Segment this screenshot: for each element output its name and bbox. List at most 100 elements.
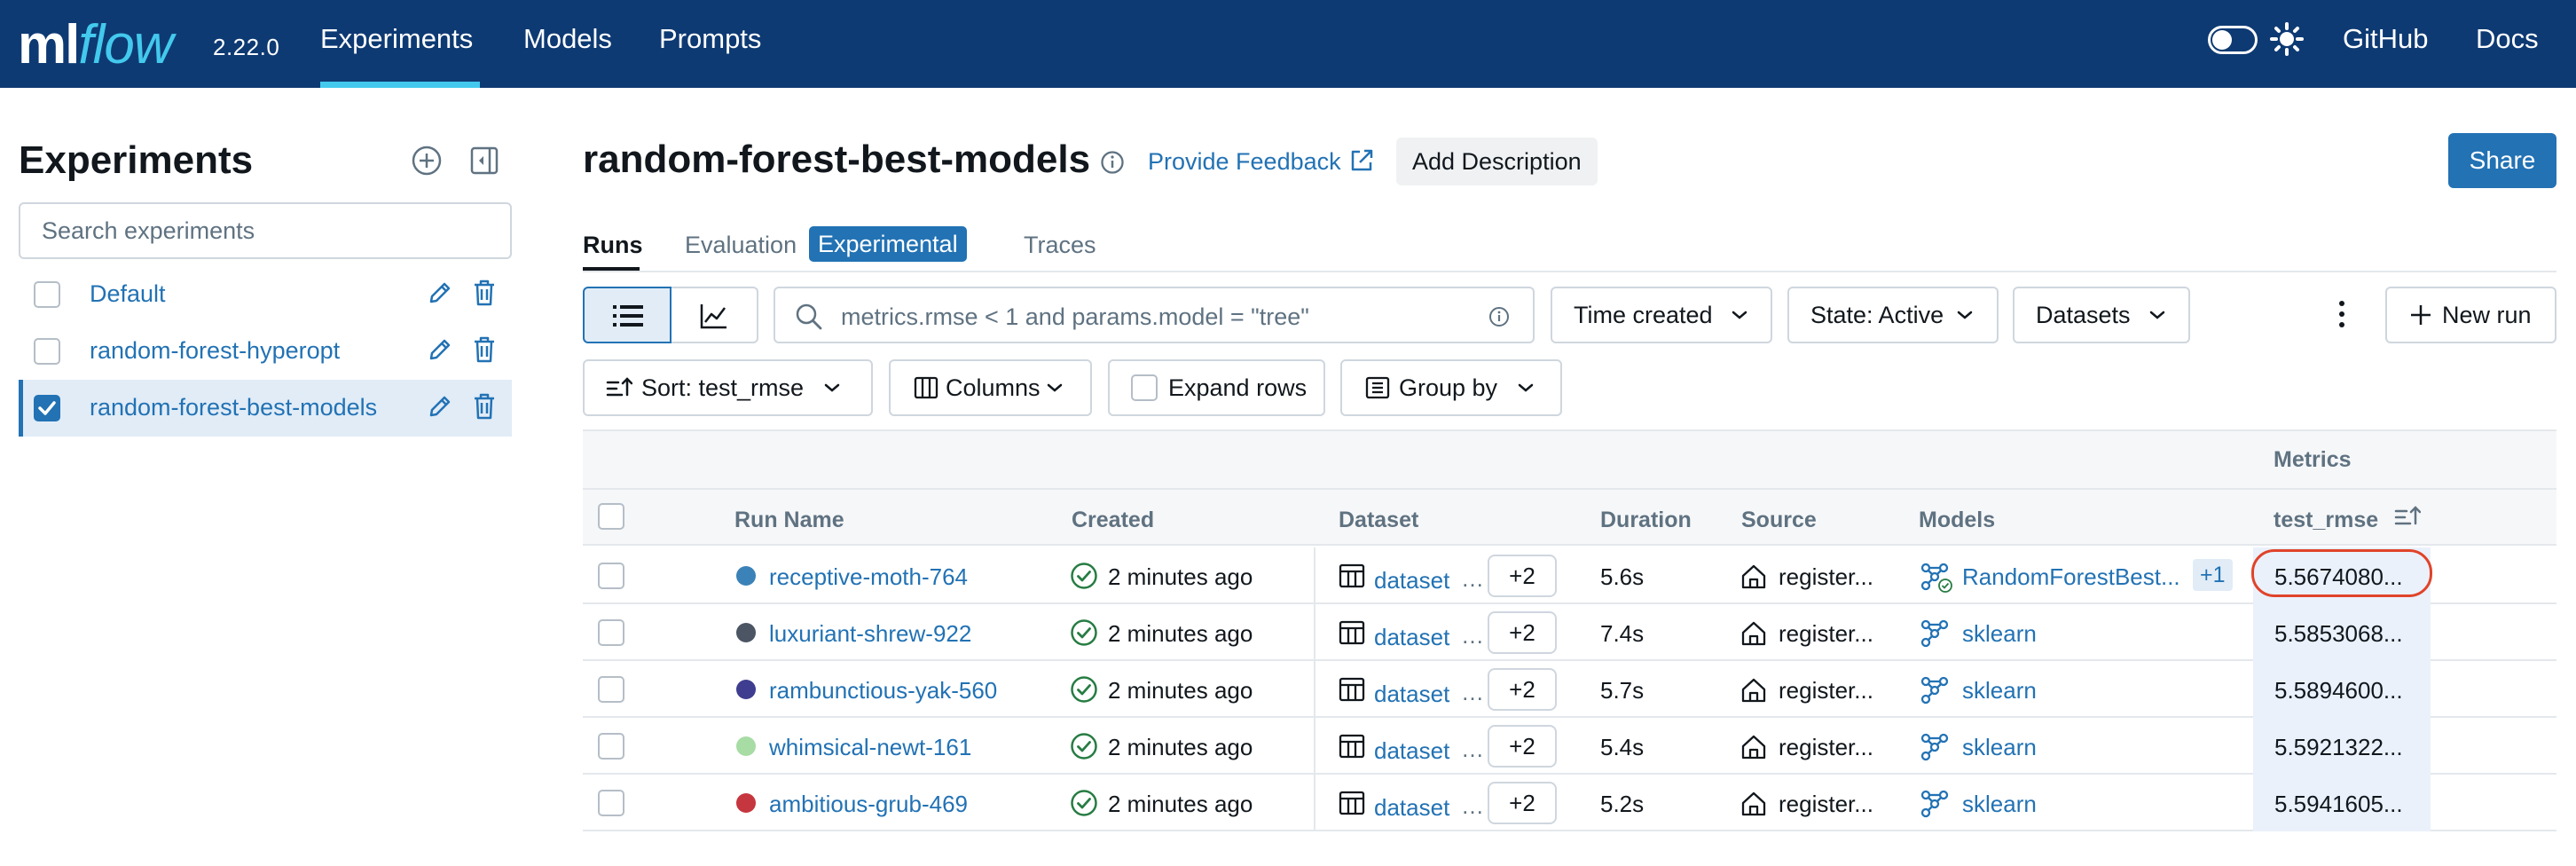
experiment-item-random-forest-hyperopt[interactable]: random-forest-hyperopt	[19, 323, 512, 380]
run-color-dot[interactable]	[736, 736, 756, 756]
run-name-link[interactable]: luxuriant-shrew-922	[769, 620, 971, 648]
mlflow-logo[interactable]: ml flow	[18, 2, 174, 73]
model-link[interactable]: sklearn	[1962, 677, 2037, 705]
tab-runs[interactable]: Runs	[583, 232, 643, 259]
state-filter-dropdown[interactable]: State: Active	[1787, 287, 1999, 343]
dark-mode-toggle[interactable]	[2208, 26, 2258, 54]
run-name-link[interactable]: receptive-moth-764	[769, 563, 968, 591]
col-header-test-rmse[interactable]: test_rmse	[2274, 508, 2378, 533]
chart-view-toggle[interactable]	[671, 287, 758, 343]
table-row[interactable]: luxuriant-shrew-922 2 minutes ago datase…	[583, 604, 2556, 661]
experiment-item-random-forest-best-models[interactable]: random-forest-best-models	[19, 380, 512, 437]
table-row[interactable]: whimsical-newt-161 2 minutes ago dataset…	[583, 718, 2556, 775]
check-circle-icon	[1071, 676, 1097, 703]
nav-prompts-link[interactable]: Prompts	[659, 23, 761, 55]
dataset-more-button[interactable]: +2	[1488, 555, 1557, 597]
col-header-duration[interactable]: Duration	[1600, 508, 1692, 533]
share-button[interactable]: Share	[2448, 133, 2556, 188]
trash-icon[interactable]	[471, 335, 498, 364]
col-header-run-name[interactable]: Run Name	[734, 508, 844, 533]
dataset-more-button[interactable]: +2	[1488, 668, 1557, 711]
experiment-checkbox[interactable]	[34, 281, 60, 308]
collapse-sidebar-icon[interactable]	[470, 146, 499, 175]
datasets-filter-dropdown[interactable]: Datasets	[2013, 287, 2190, 343]
experiment-title: random-forest-best-models	[583, 138, 1091, 181]
external-link-icon[interactable]	[1348, 147, 1375, 174]
dataset-more-button[interactable]: +2	[1488, 725, 1557, 768]
new-run-button[interactable]: New run	[2385, 287, 2556, 343]
run-color-dot[interactable]	[736, 566, 756, 586]
col-header-models[interactable]: Models	[1919, 508, 1995, 533]
experiment-name[interactable]: random-forest-hyperopt	[90, 337, 340, 365]
dataset-link[interactable]: dataset	[1374, 567, 1449, 594]
source-value[interactable]: register...	[1779, 791, 1873, 818]
model-link[interactable]: sklearn	[1962, 734, 2037, 761]
kebab-menu-icon[interactable]	[2334, 298, 2350, 330]
sort-ascending-icon[interactable]	[2394, 504, 2421, 529]
col-header-dataset[interactable]: Dataset	[1339, 508, 1418, 533]
sort-dropdown[interactable]: Sort: test_rmse	[583, 359, 873, 416]
tab-traces[interactable]: Traces	[1024, 232, 1096, 259]
run-name-link[interactable]: whimsical-newt-161	[769, 734, 971, 761]
row-checkbox[interactable]	[598, 563, 624, 589]
run-color-dot[interactable]	[736, 793, 756, 813]
experiment-checkbox-checked[interactable]	[34, 395, 60, 421]
edit-icon[interactable]	[427, 393, 453, 420]
trash-icon[interactable]	[471, 392, 498, 421]
nav-docs-link[interactable]: Docs	[2476, 23, 2539, 55]
source-value[interactable]: register...	[1779, 620, 1873, 648]
source-value[interactable]: register...	[1779, 677, 1873, 705]
experiment-item-default[interactable]: Default	[19, 266, 512, 323]
time-created-label: Time created	[1574, 301, 1713, 328]
edit-icon[interactable]	[427, 336, 453, 363]
columns-dropdown[interactable]: Columns	[889, 359, 1092, 416]
add-experiment-icon[interactable]	[411, 145, 443, 177]
list-view-toggle[interactable]	[583, 287, 671, 343]
tab-evaluation[interactable]: Evaluation	[685, 232, 797, 259]
row-checkbox[interactable]	[598, 790, 624, 816]
select-all-checkbox[interactable]	[598, 503, 624, 530]
nav-models-link[interactable]: Models	[523, 23, 612, 55]
dataset-link[interactable]: dataset	[1374, 624, 1449, 651]
experiment-name[interactable]: Default	[90, 280, 166, 308]
run-color-dot[interactable]	[736, 623, 756, 642]
source-value[interactable]: register...	[1779, 563, 1873, 591]
row-checkbox[interactable]	[598, 733, 624, 760]
dataset-link[interactable]: dataset	[1374, 794, 1449, 822]
row-checkbox[interactable]	[598, 676, 624, 703]
expand-rows-checkbox[interactable]	[1131, 374, 1158, 401]
model-link[interactable]: RandomForestBest...	[1962, 563, 2180, 591]
dataset-link[interactable]: dataset	[1374, 737, 1449, 765]
col-header-created[interactable]: Created	[1072, 508, 1154, 533]
expand-rows-toggle[interactable]: Expand rows	[1108, 359, 1325, 416]
add-description-button[interactable]: Add Description	[1396, 138, 1598, 185]
search-runs-input[interactable]: metrics.rmse < 1 and params.model = "tre…	[774, 287, 1535, 343]
model-link[interactable]: sklearn	[1962, 791, 2037, 818]
dataset-more-button[interactable]: +2	[1488, 782, 1557, 824]
source-value[interactable]: register...	[1779, 734, 1873, 761]
search-experiments-input[interactable]	[19, 202, 512, 259]
time-created-dropdown[interactable]: Time created	[1551, 287, 1772, 343]
row-checkbox[interactable]	[598, 619, 624, 646]
nav-github-link[interactable]: GitHub	[2343, 23, 2428, 55]
trash-icon[interactable]	[471, 279, 498, 307]
group-by-dropdown[interactable]: Group by	[1340, 359, 1562, 416]
info-icon[interactable]	[1488, 306, 1510, 327]
model-link[interactable]: sklearn	[1962, 620, 2037, 648]
table-row[interactable]: ambitious-grub-469 2 minutes ago dataset…	[583, 775, 2556, 831]
col-header-source[interactable]: Source	[1741, 508, 1817, 533]
search-runs-text[interactable]: metrics.rmse < 1 and params.model = "tre…	[841, 303, 1309, 331]
experiment-name[interactable]: random-forest-best-models	[90, 394, 377, 421]
more-models-badge[interactable]: +1	[2193, 559, 2233, 591]
dataset-link[interactable]: dataset	[1374, 681, 1449, 708]
nav-experiments-link[interactable]: Experiments	[320, 23, 473, 55]
run-name-link[interactable]: rambunctious-yak-560	[769, 677, 997, 705]
provide-feedback-link[interactable]: Provide Feedback	[1148, 148, 1341, 176]
table-row[interactable]: rambunctious-yak-560 2 minutes ago datas…	[583, 661, 2556, 718]
run-name-link[interactable]: ambitious-grub-469	[769, 791, 968, 818]
dataset-more-button[interactable]: +2	[1488, 611, 1557, 654]
experiment-checkbox[interactable]	[34, 338, 60, 365]
run-color-dot[interactable]	[736, 680, 756, 699]
info-icon[interactable]	[1100, 150, 1125, 175]
edit-icon[interactable]	[427, 279, 453, 306]
